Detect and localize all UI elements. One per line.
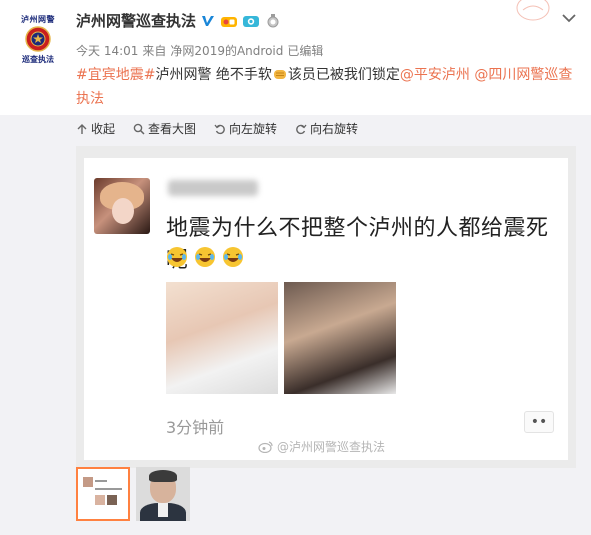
view-large-button[interactable]: 查看大图 [133, 120, 196, 137]
large-image[interactable]: 地震为什么不把整个泸州的人都给震死呢 3分钟前 •• [76, 146, 576, 468]
card-time: 3分钟前 [166, 418, 225, 437]
rotate-left-button[interactable]: 向左旋转 [214, 120, 277, 137]
account-name[interactable]: 泸州网警巡查执法 [76, 10, 196, 31]
rotate-right-label: 向右旋转 [310, 122, 359, 136]
watermark: @泸州网警巡查执法 [258, 438, 385, 455]
logo-text-bottom: 巡查执法 [22, 54, 54, 64]
screenshot-card: 地震为什么不把整个泸州的人都给震死呢 3分钟前 •• [84, 158, 568, 460]
mention-link-1[interactable]: @平安泸州 [400, 67, 470, 83]
verified-icon[interactable] [200, 13, 216, 29]
media-area: 收起 查看大图 向左旋转 向右旋转 地震为什么不把整个泸州的人都给震死呢 [0, 115, 591, 535]
laugh-emoji-icon [195, 247, 215, 267]
camera-badge-icon[interactable] [242, 14, 260, 28]
blurred-username [168, 180, 258, 196]
post-text: #宜宾地震#泸州网警 绝不手软 该员已被我们锁定@平安泸州 @四川网警巡查执法 [76, 63, 576, 111]
rotate-left-label: 向左旋转 [229, 122, 278, 136]
source-prefix: 来自 [142, 44, 167, 58]
collapse-arrow-icon [77, 123, 87, 134]
logo-text-top: 泸州网警 [21, 14, 55, 24]
post-time[interactable]: 今天 14:01 [76, 42, 138, 59]
laugh-emoji-icon [167, 247, 187, 267]
rotate-right-icon [296, 124, 307, 134]
post-meta: 今天 14:01 来自 净网2019的Android 已编辑 [76, 42, 323, 59]
collapse-button[interactable]: 收起 [76, 120, 115, 137]
view-large-label: 查看大图 [148, 122, 197, 136]
rotate-right-button[interactable]: 向右旋转 [295, 120, 358, 137]
card-emoji-row [166, 246, 244, 268]
card-user-avatar [94, 178, 150, 234]
fist-emoji-icon [273, 70, 286, 79]
medal-icon[interactable] [264, 13, 282, 28]
laugh-emoji-icon [223, 247, 243, 267]
media-toolbar: 收起 查看大图 向左旋转 向右旋转 [76, 120, 358, 137]
decorative-stamp-icon [516, 0, 550, 21]
magnifier-icon [133, 123, 145, 135]
thumbnail-strip [76, 467, 190, 521]
thumbnail-2[interactable] [136, 467, 190, 521]
weibo-logo-icon [258, 441, 273, 453]
account-name-row: 泸州网警巡查执法 [76, 10, 282, 31]
card-photo-1 [166, 282, 278, 394]
police-badge-icon [25, 26, 51, 52]
rotate-left-icon [214, 124, 225, 134]
chevron-down-icon[interactable] [561, 12, 577, 24]
card-photo-2 [284, 282, 396, 394]
more-options-button[interactable]: •• [524, 411, 554, 433]
collapse-label: 收起 [91, 122, 116, 136]
edited-label[interactable]: 已编辑 [287, 42, 323, 59]
thumbnail-1[interactable] [76, 467, 130, 521]
post-text-a: 泸州网警 绝不手软 [155, 67, 272, 83]
topic-tag-link[interactable]: #宜宾地震# [76, 67, 155, 83]
member-crown-icon[interactable] [220, 14, 238, 28]
account-avatar[interactable]: 泸州网警 巡查执法 [14, 14, 62, 70]
post-source: 净网2019的Android [170, 44, 284, 58]
post-text-b: 该员已被我们锁定 [287, 67, 400, 83]
watermark-text: @泸州网警巡查执法 [277, 440, 386, 454]
